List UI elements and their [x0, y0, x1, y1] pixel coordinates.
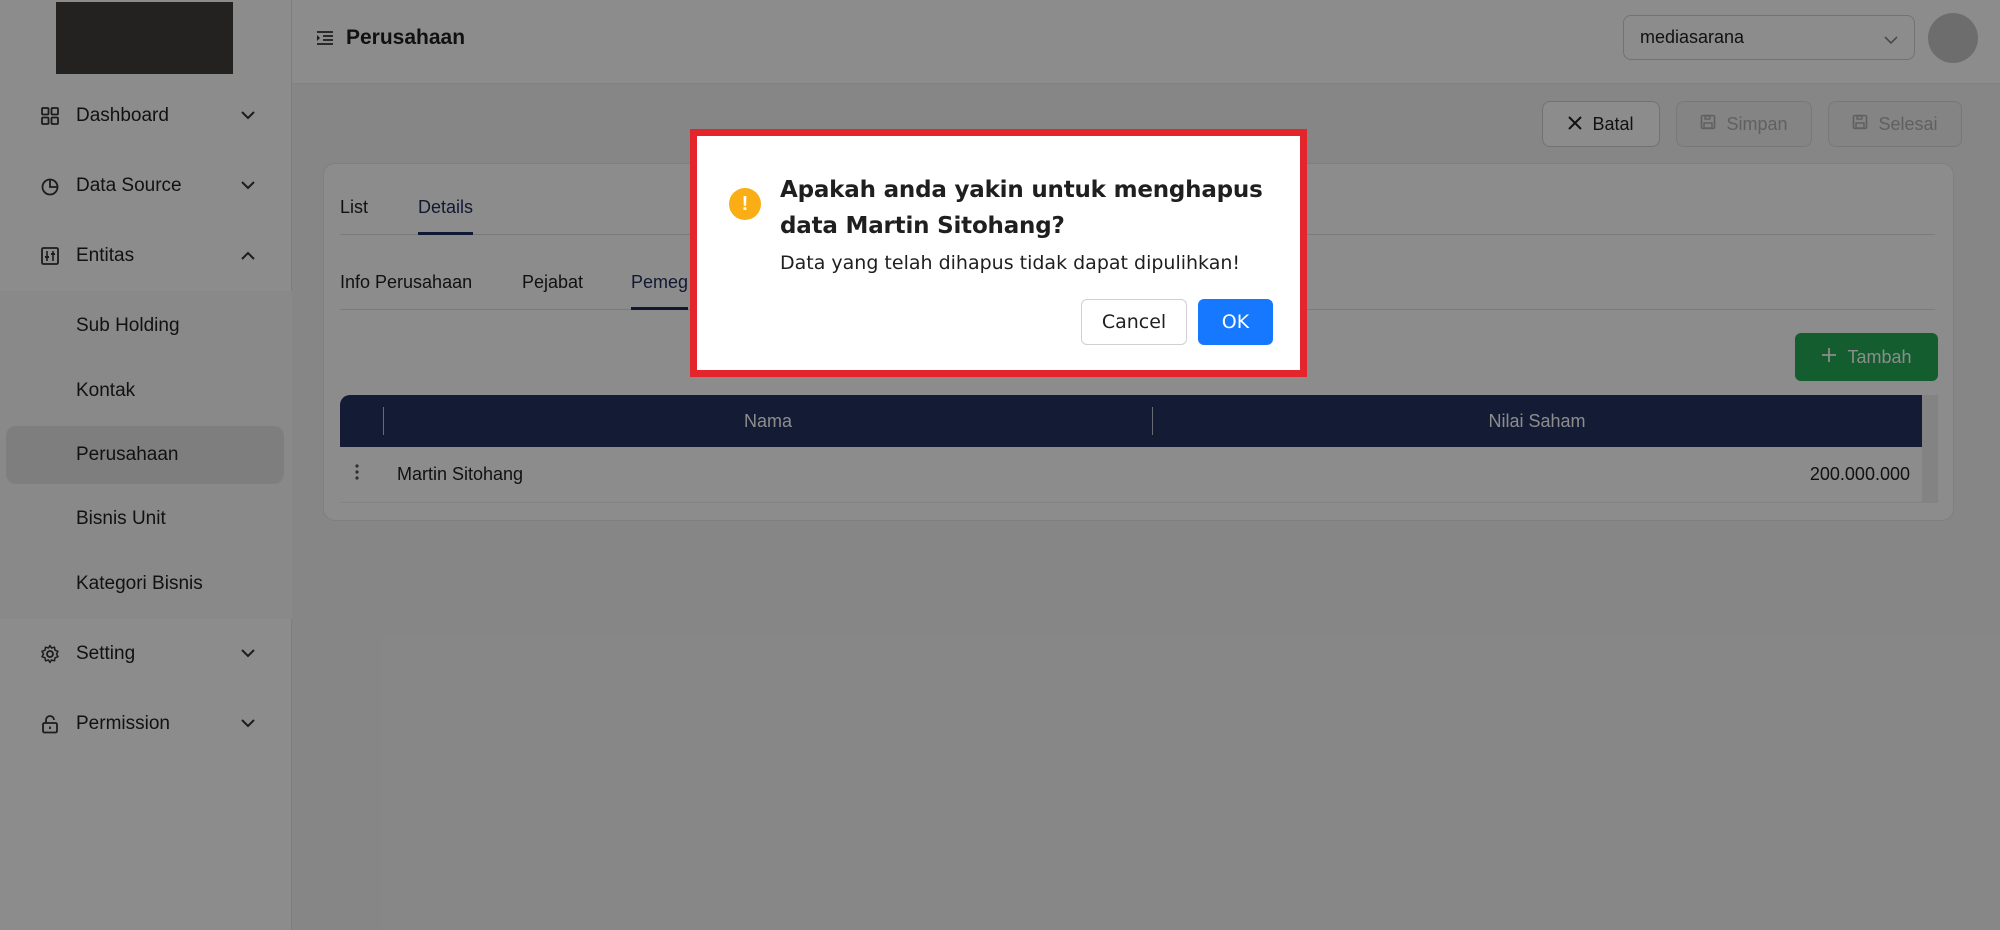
- cancel-label: Cancel: [1101, 311, 1167, 333]
- confirm-dialog-title: Apakah anda yakin untuk menghapus data M…: [780, 177, 1263, 239]
- confirm-dialog-highlight: ! Apakah anda yakin untuk menghapus data…: [690, 129, 1307, 377]
- confirm-dialog: ! Apakah anda yakin untuk menghapus data…: [697, 136, 1300, 370]
- cancel-button[interactable]: Cancel: [1081, 299, 1187, 345]
- exclamation-circle-icon: !: [729, 188, 761, 220]
- ok-label: OK: [1221, 311, 1250, 333]
- warning-glyph: !: [741, 192, 749, 215]
- ok-button[interactable]: OK: [1198, 299, 1273, 345]
- confirm-dialog-content: Data yang telah dihapus tidak dapat dipu…: [780, 252, 1241, 274]
